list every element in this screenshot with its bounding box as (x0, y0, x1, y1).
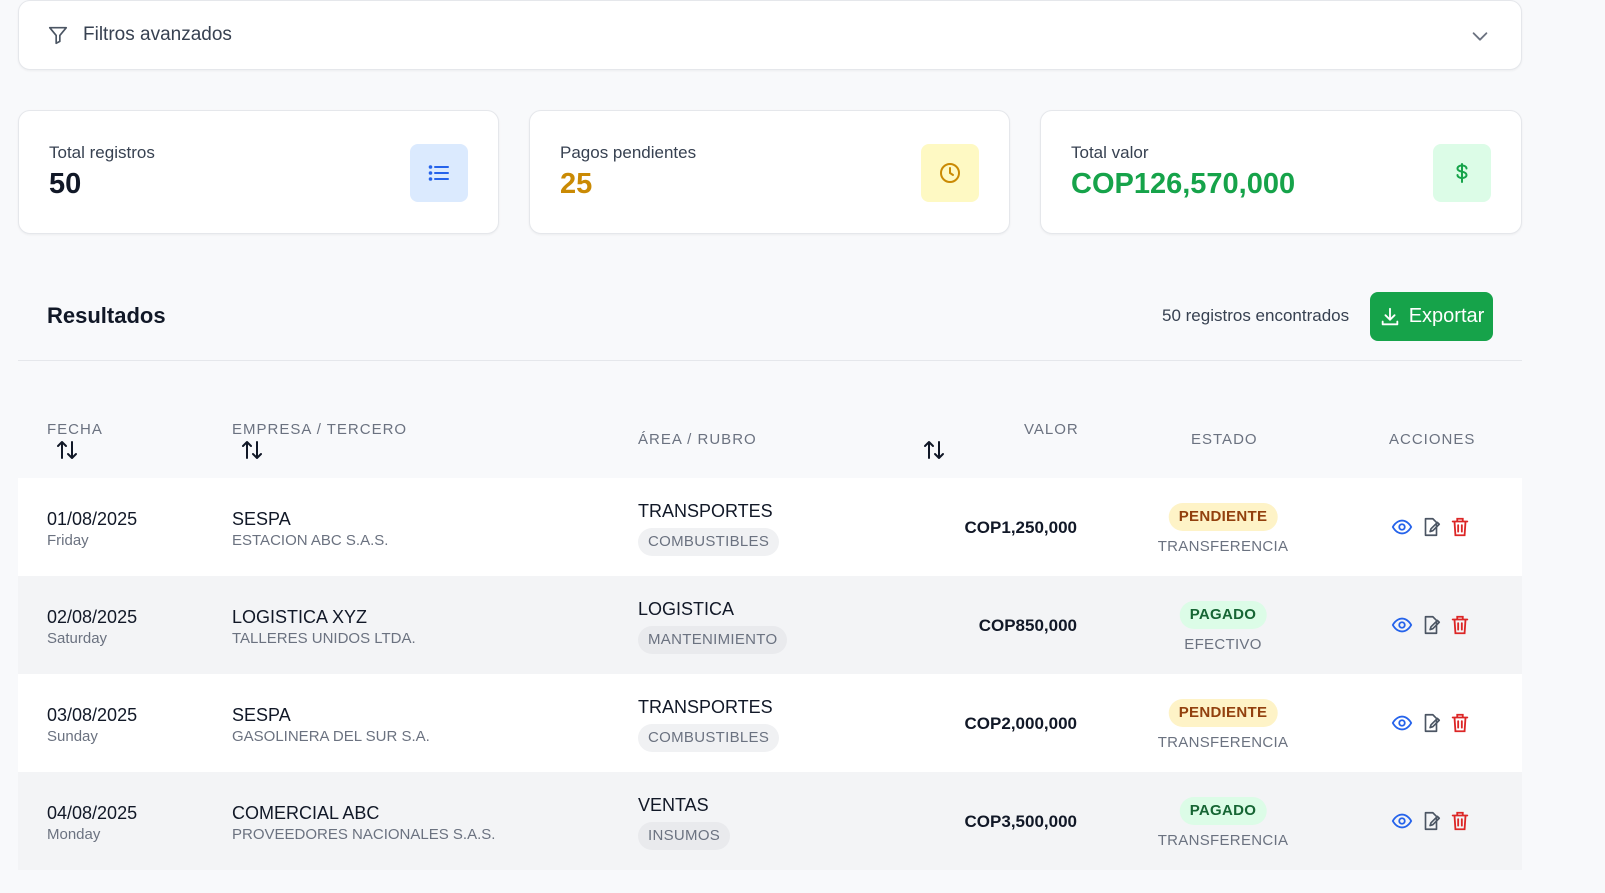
edit-icon[interactable] (1420, 516, 1442, 538)
row-payment-method: TRANSFERENCIA (1157, 734, 1289, 751)
status-badge: PAGADO (1179, 601, 1267, 629)
stat-value: 50 (49, 168, 82, 200)
row-weekday: Monday (47, 826, 101, 843)
row-empresa: SESPA (232, 705, 291, 725)
row-area: TRANSPORTES (638, 501, 773, 521)
clock-icon (921, 144, 979, 202)
table-row: 02/08/2025 Saturday LOGISTICA XYZ TALLER… (18, 576, 1522, 674)
stat-label: Pagos pendientes (560, 143, 697, 162)
header-fecha: FECHA (47, 421, 103, 438)
row-area: VENTAS (638, 795, 709, 815)
row-valor: COP1,250,000 (964, 518, 1077, 537)
eye-icon[interactable] (1391, 712, 1413, 734)
row-rubro-chip: MANTENIMIENTO (638, 626, 788, 654)
row-date: 03/08/2025 (47, 705, 138, 725)
results-divider (18, 360, 1522, 361)
status-badge: PAGADO (1179, 797, 1267, 825)
eye-icon[interactable] (1391, 614, 1413, 636)
stat-card-total-valor: Total valor COP126,570,000 (1040, 110, 1522, 234)
header-area: ÁREA / RUBRO (638, 431, 757, 448)
results-count: 50 registros encontrados (1162, 306, 1350, 325)
stat-label: Total valor (1071, 143, 1149, 162)
trash-icon[interactable] (1449, 614, 1471, 636)
stat-value: COP126,570,000 (1071, 168, 1296, 200)
header-estado: ESTADO (1191, 431, 1258, 448)
edit-icon[interactable] (1420, 614, 1442, 636)
results-title: Resultados (47, 303, 166, 328)
header-valor: VALOR (1024, 421, 1079, 438)
row-valor: COP2,000,000 (964, 714, 1077, 733)
trash-icon[interactable] (1449, 810, 1471, 832)
row-rubro-chip: COMBUSTIBLES (638, 724, 780, 752)
row-tercero: ESTACION ABC S.A.S. (232, 532, 389, 549)
row-rubro-chip: INSUMOS (638, 822, 731, 850)
download-icon (1381, 307, 1398, 325)
list-icon (410, 144, 468, 202)
row-area: TRANSPORTES (638, 697, 773, 717)
trash-icon[interactable] (1449, 516, 1471, 538)
sort-empresa-icon[interactable] (240, 438, 264, 462)
row-tercero: TALLERES UNIDOS LTDA. (232, 630, 416, 647)
table-row: 01/08/2025 Friday SESPA ESTACION ABC S.A… (18, 478, 1522, 576)
row-payment-method: EFECTIVO (1184, 636, 1262, 653)
row-weekday: Friday (47, 532, 89, 549)
export-button[interactable]: Exportar (1370, 292, 1493, 341)
row-valor: COP3,500,000 (964, 812, 1077, 831)
row-date: 04/08/2025 (47, 803, 138, 823)
row-date: 02/08/2025 (47, 607, 138, 627)
export-button-label: Exportar (1408, 305, 1485, 327)
edit-icon[interactable] (1420, 810, 1442, 832)
status-badge: PENDIENTE (1168, 699, 1278, 727)
advanced-filters-label: Filtros avanzados (83, 24, 232, 45)
row-empresa: COMERCIAL ABC (232, 803, 380, 823)
chevron-down-icon[interactable] (1469, 25, 1491, 47)
row-weekday: Sunday (47, 728, 98, 745)
stat-card-total-registros: Total registros 50 (18, 110, 499, 234)
row-area: LOGISTICA (638, 599, 735, 619)
stat-label: Total registros (49, 143, 155, 162)
sort-valor-icon[interactable] (922, 438, 946, 462)
dollar-icon (1433, 144, 1491, 202)
eye-icon[interactable] (1391, 516, 1413, 538)
row-empresa: SESPA (232, 509, 291, 529)
stat-value: 25 (560, 168, 593, 200)
sort-fecha-icon[interactable] (55, 438, 79, 462)
table-row: 04/08/2025 Monday COMERCIAL ABC PROVEEDO… (18, 772, 1522, 870)
row-tercero: GASOLINERA DEL SUR S.A. (232, 728, 430, 745)
header-acciones: ACCIONES (1389, 431, 1476, 448)
advanced-filters-toggle[interactable]: Filtros avanzados (18, 0, 1522, 70)
row-valor: COP850,000 (978, 616, 1077, 635)
row-payment-method: TRANSFERENCIA (1157, 538, 1289, 555)
funnel-icon (48, 26, 68, 45)
row-weekday: Saturday (47, 630, 108, 647)
row-tercero: PROVEEDORES NACIONALES S.A.S. (232, 826, 496, 843)
table-row: 03/08/2025 Sunday SESPA GASOLINERA DEL S… (18, 674, 1522, 772)
status-badge: PENDIENTE (1168, 503, 1278, 531)
header-empresa: EMPRESA / TERCERO (232, 421, 408, 438)
edit-icon[interactable] (1420, 712, 1442, 734)
row-rubro-chip: COMBUSTIBLES (638, 528, 780, 556)
stat-card-pagos-pendientes: Pagos pendientes 25 (529, 110, 1010, 234)
row-payment-method: TRANSFERENCIA (1157, 832, 1289, 849)
row-date: 01/08/2025 (47, 509, 138, 529)
row-empresa: LOGISTICA XYZ (232, 607, 368, 627)
eye-icon[interactable] (1391, 810, 1413, 832)
trash-icon[interactable] (1449, 712, 1471, 734)
